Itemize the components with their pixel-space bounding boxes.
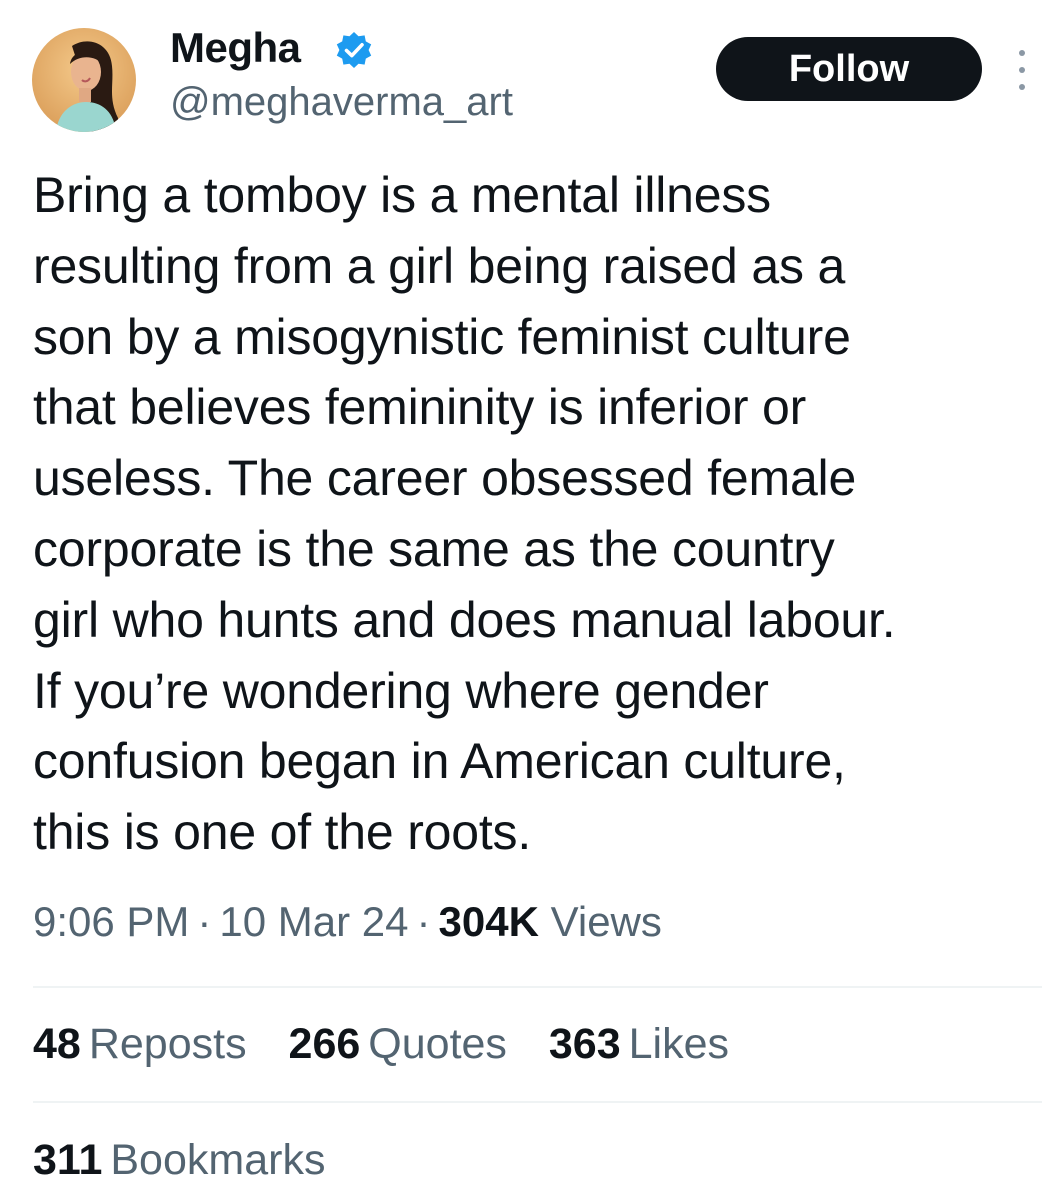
reposts-count: 48 (33, 1020, 81, 1068)
likes-stat[interactable]: 363 Likes (549, 1020, 729, 1069)
engagement-stats: 48 Reposts 266 Quotes 363 Likes (33, 1020, 759, 1069)
tweet-text: Bring a tomboy is a mental illness resul… (33, 167, 896, 861)
author-handle[interactable]: @meghaverma_art (170, 80, 513, 125)
quotes-stat[interactable]: 266 Quotes (289, 1020, 507, 1069)
meta-separator: · (416, 898, 431, 945)
likes-count: 363 (548, 1020, 621, 1068)
tweet-date[interactable]: 10 Mar 24 (219, 898, 408, 945)
avatar[interactable] (32, 28, 136, 132)
tweet-time[interactable]: 9:06 PM (33, 898, 189, 945)
reposts-stat[interactable]: 48 Reposts (33, 1020, 247, 1069)
bookmarks-stat[interactable]: 311 Bookmarks (33, 1136, 325, 1185)
quotes-label: Quotes (368, 1020, 507, 1068)
reposts-label: Reposts (88, 1020, 247, 1068)
follow-button[interactable]: Follow (716, 37, 982, 101)
profile-photo-icon (32, 28, 136, 132)
divider (33, 1101, 1042, 1103)
divider (33, 986, 1042, 988)
views-label: Views (550, 898, 662, 945)
bookmarks-count: 311 (33, 1136, 103, 1184)
bookmarks-label: Bookmarks (110, 1136, 326, 1184)
verified-badge-icon (336, 32, 372, 68)
tweet-header: Megha @meghaverma_art Follow (0, 0, 1042, 150)
quotes-count: 266 (288, 1020, 361, 1068)
tweet-meta: 9:06 PM · 10 Mar 24 · 304K Views (33, 898, 662, 946)
more-vertical-icon[interactable] (1010, 50, 1034, 90)
author-display-name[interactable]: Megha (170, 24, 301, 72)
likes-label: Likes (628, 1020, 730, 1068)
meta-separator: · (197, 898, 212, 945)
views-count: 304K (438, 898, 539, 945)
